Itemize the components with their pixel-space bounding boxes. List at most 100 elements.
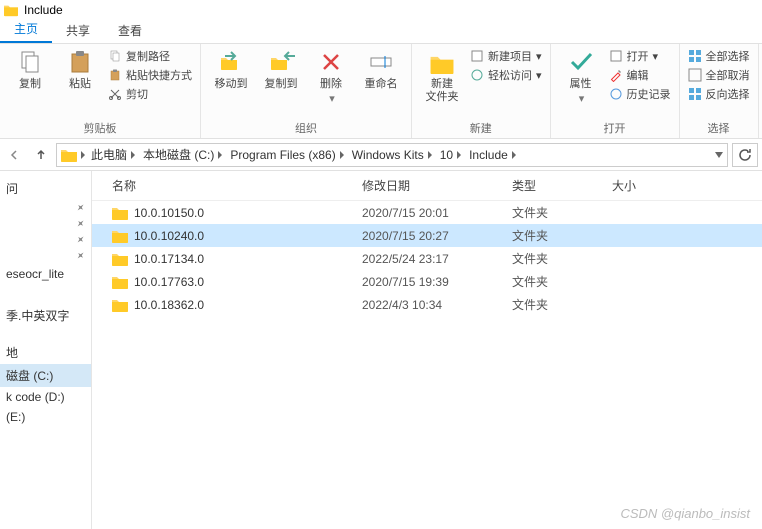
new-item-icon [470, 49, 484, 63]
file-date: 2022/5/24 23:17 [362, 252, 512, 266]
invert-selection-button[interactable]: 反向选择 [688, 86, 750, 102]
pin-icon [75, 203, 85, 213]
file-date: 2020/7/15 20:27 [362, 229, 512, 243]
history-icon [609, 87, 623, 101]
tab-view[interactable]: 查看 [104, 18, 156, 43]
group-label-select: 选择 [708, 120, 730, 136]
cut-button[interactable]: 剪切 [108, 86, 192, 102]
file-name: 10.0.17763.0 [134, 275, 204, 289]
file-type: 文件夹 [512, 204, 612, 221]
sidebar-pinned[interactable] [0, 232, 91, 248]
window-title: Include [24, 3, 63, 17]
col-name[interactable]: 名称 [112, 177, 362, 194]
copy-path-button[interactable]: 复制路径 [108, 48, 192, 64]
file-date: 2020/7/15 19:39 [362, 275, 512, 289]
copy-to-button[interactable]: 复制到 [259, 48, 303, 91]
chevron-icon [79, 151, 87, 159]
refresh-icon [738, 148, 752, 162]
chevron-icon [426, 151, 434, 159]
col-size[interactable]: 大小 [612, 177, 672, 194]
new-item-button[interactable]: 新建项目 ▾ [470, 48, 542, 64]
file-row[interactable]: 10.0.18362.0 2022/4/3 10:34文件夹 [92, 293, 762, 316]
group-label-clipboard: 剪贴板 [84, 120, 117, 136]
file-type: 文件夹 [512, 227, 612, 244]
file-row[interactable]: 10.0.10240.0 2020/7/15 20:27文件夹 [92, 224, 762, 247]
group-label-organize: 组织 [295, 120, 317, 136]
file-name: 10.0.10240.0 [134, 229, 204, 243]
pin-icon [75, 235, 85, 245]
properties-button[interactable]: 属性▾ [559, 48, 603, 106]
refresh-button[interactable] [732, 143, 758, 167]
col-type[interactable]: 类型 [512, 177, 612, 194]
folder-icon [61, 148, 77, 162]
file-date: 2020/7/15 20:01 [362, 206, 512, 220]
breadcrumb-item[interactable]: Include [467, 144, 520, 165]
breadcrumb-item[interactable]: Windows Kits [350, 144, 436, 165]
sidebar-pinned[interactable] [0, 216, 91, 232]
sidebar-disk-e[interactable]: (E:) [0, 407, 91, 427]
delete-icon [317, 48, 345, 76]
file-list-panel: 名称 修改日期 类型 大小 10.0.10150.0 2020/7/15 20:0… [92, 171, 762, 529]
new-folder-icon [428, 48, 456, 76]
file-row[interactable]: 10.0.10150.0 2020/7/15 20:01文件夹 [92, 201, 762, 224]
pin-icon [75, 251, 85, 261]
sidebar-quick[interactable]: 问 [0, 177, 91, 200]
open-button[interactable]: 打开 ▾ [609, 48, 671, 64]
file-row[interactable]: 10.0.17763.02020/7/15 19:39文件夹 [92, 270, 762, 293]
select-all-button[interactable]: 全部选择 [688, 48, 750, 64]
column-headers[interactable]: 名称 修改日期 类型 大小 [92, 171, 762, 201]
file-name: 10.0.18362.0 [134, 298, 204, 312]
folder-icon [112, 252, 128, 266]
nav-back-button[interactable] [4, 144, 26, 166]
folder-icon [112, 229, 128, 243]
sidebar-item[interactable]: 地 [0, 341, 91, 364]
folder-icon [112, 298, 128, 312]
easy-access-button[interactable]: 轻松访问 ▾ [470, 67, 542, 83]
sidebar-item[interactable]: eseocr_lite [0, 264, 91, 284]
history-button[interactable]: 历史记录 [609, 86, 671, 102]
file-date: 2022/4/3 10:34 [362, 298, 512, 312]
new-folder-button[interactable]: 新建 文件夹 [420, 48, 464, 104]
nav-up-button[interactable] [30, 144, 52, 166]
cut-icon [108, 87, 122, 101]
breadcrumb-bar[interactable]: 此电脑本地磁盘 (C:)Program Files (x86)Windows K… [56, 143, 728, 167]
file-type: 文件夹 [512, 296, 612, 313]
delete-button[interactable]: 删除▾ [309, 48, 353, 106]
tab-home[interactable]: 主页 [0, 16, 52, 43]
group-label-new: 新建 [470, 120, 492, 136]
arrow-left-icon [9, 149, 21, 161]
sidebar-disk-c[interactable]: 磁盘 (C:) [0, 364, 91, 387]
select-none-button[interactable]: 全部取消 [688, 67, 750, 83]
sidebar-pinned[interactable] [0, 200, 91, 216]
sidebar-item[interactable]: 季.中英双字 [0, 304, 91, 327]
paste-shortcut-button[interactable]: 粘贴快捷方式 [108, 67, 192, 83]
select-all-icon [688, 49, 702, 63]
breadcrumb-item[interactable]: 10 [438, 144, 465, 165]
rename-button[interactable]: 重命名 [359, 48, 403, 91]
file-type: 文件夹 [512, 250, 612, 267]
path-icon [108, 49, 122, 63]
folder-icon [112, 206, 128, 220]
tab-share[interactable]: 共享 [52, 18, 104, 43]
arrow-up-icon [35, 149, 47, 161]
file-name: 10.0.10150.0 [134, 206, 204, 220]
breadcrumb-item[interactable]: 本地磁盘 (C:) [141, 144, 226, 165]
invert-icon [688, 87, 702, 101]
shortcut-icon [108, 68, 122, 82]
edit-icon [609, 68, 623, 82]
breadcrumb-item[interactable]: 此电脑 [89, 144, 139, 165]
select-none-icon [688, 68, 702, 82]
sidebar-pinned[interactable] [0, 248, 91, 264]
breadcrumb-item[interactable]: Program Files (x86) [228, 144, 347, 165]
nav-sidebar: 问 eseocr_lite 季.中英双字 地 磁盘 (C:) k code (D… [0, 171, 92, 529]
dropdown-icon[interactable] [715, 152, 723, 158]
file-row[interactable]: 10.0.17134.02022/5/24 23:17文件夹 [92, 247, 762, 270]
col-date[interactable]: 修改日期 [362, 177, 512, 194]
move-to-button[interactable]: 移动到 [209, 48, 253, 91]
title-bar: Include [0, 0, 762, 20]
sidebar-disk-d[interactable]: k code (D:) [0, 387, 91, 407]
edit-button[interactable]: 编辑 [609, 67, 671, 83]
paste-button[interactable]: 粘贴 [58, 48, 102, 91]
copy-button[interactable]: 复制 [8, 48, 52, 91]
open-icon [609, 49, 623, 63]
